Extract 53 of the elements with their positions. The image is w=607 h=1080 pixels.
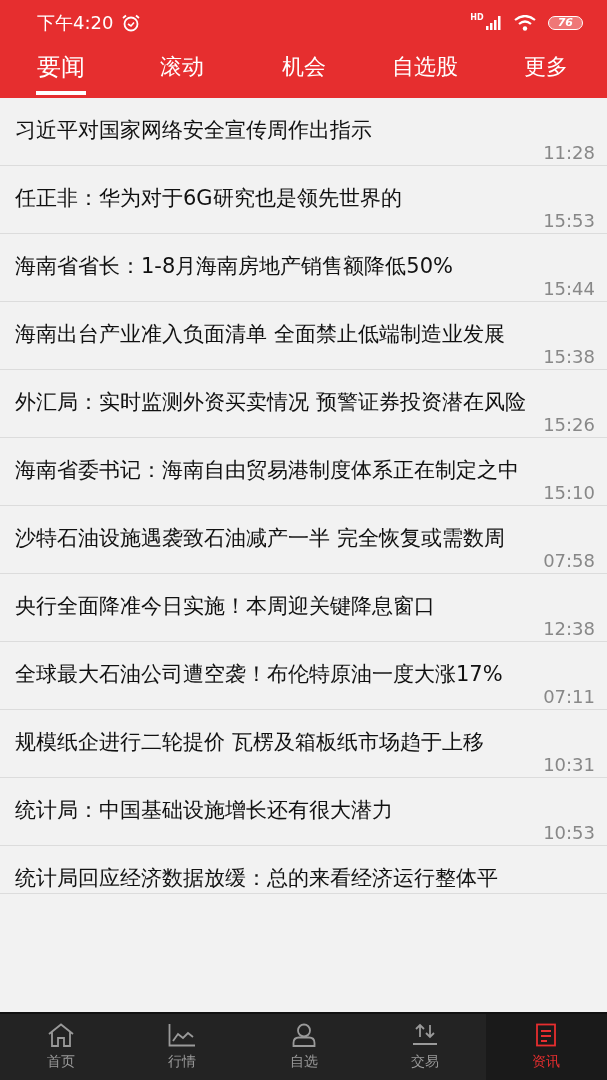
alarm-clock-icon	[121, 13, 142, 32]
news-title: 海南省省长：1-8月海南房地产销售额降低50%	[15, 254, 454, 279]
news-item[interactable]: 海南省委书记：海南自由贸易港制度体系正在制定之中 15:10	[0, 438, 607, 506]
home-icon	[46, 1023, 75, 1047]
news-title: 海南省委书记：海南自由贸易港制度体系正在制定之中	[15, 458, 520, 483]
news-title: 规模纸企进行二轮提价 瓦楞及箱板纸市场趋于上移	[15, 730, 485, 755]
news-item[interactable]: 海南省省长：1-8月海南房地产销售额降低50% 15:44	[0, 234, 607, 302]
news-time: 10:53	[543, 823, 595, 843]
bottom-nav-item[interactable]: 行情	[121, 1014, 243, 1080]
news-time: 12:38	[543, 619, 595, 639]
news-title: 统计局回应经济数据放缓：总的来看经济运行整体平	[15, 866, 499, 891]
category-tab[interactable]: 更多	[485, 45, 607, 98]
news-time: 10:31	[543, 755, 595, 775]
news-item[interactable]: 沙特石油设施遇袭致石油减产一半 完全恢复或需数周 07:58	[0, 506, 607, 574]
news-time: 15:53	[543, 211, 595, 231]
news-time: 11:28	[543, 143, 595, 163]
news-title: 海南出台产业准入负面清单 全面禁止低端制造业发展	[15, 322, 506, 347]
news-time: 15:10	[543, 483, 595, 503]
news-item[interactable]: 任正非：华为对于6G研究也是领先世界的 15:53	[0, 166, 607, 234]
news-time: 15:44	[543, 279, 595, 299]
news-item[interactable]: 统计局：中国基础设施增长还有很大潜力 10:53	[0, 778, 607, 846]
news-title: 任正非：华为对于6G研究也是领先世界的	[15, 186, 403, 211]
news-time: 07:58	[543, 551, 595, 571]
category-tab[interactable]: 滚动	[121, 45, 243, 98]
battery-indicator: 76	[547, 15, 583, 30]
bottom-nav-item[interactable]: 自选	[242, 1014, 365, 1080]
network-label: HD	[470, 13, 484, 22]
status-time: 下午4:20	[37, 10, 114, 35]
news-time: 15:26	[543, 415, 595, 435]
news-title: 沙特石油设施遇袭致石油减产一半 完全恢复或需数周	[15, 526, 506, 551]
news-item[interactable]: 全球最大石油公司遭空袭！布伦特原油一度大涨17% 07:11	[0, 642, 607, 710]
news-title: 统计局：中国基础设施增长还有很大潜力	[15, 798, 394, 823]
news-item[interactable]: 统计局回应经济数据放缓：总的来看经济运行整体平	[0, 846, 607, 894]
news-item[interactable]: 外汇局：实时监测外资买卖情况 预警证券投资潜在风险 15:26	[0, 370, 607, 438]
category-tab[interactable]: 自选股	[364, 45, 486, 98]
bottom-nav-item[interactable]: 首页	[0, 1014, 122, 1080]
news-time: 15:38	[543, 347, 595, 367]
category-tab[interactable]: 机会	[242, 45, 365, 98]
news-title: 外汇局：实时监测外资买卖情况 预警证券投资潜在风险	[15, 390, 527, 415]
bottom-nav-item[interactable]: 资讯	[485, 1014, 607, 1080]
news-item[interactable]: 海南出台产业准入负面清单 全面禁止低端制造业发展 15:38	[0, 302, 607, 370]
signal-icon	[485, 15, 502, 30]
wifi-icon	[513, 14, 536, 31]
transfer-arrows-icon	[410, 1023, 439, 1047]
news-item[interactable]: 习近平对国家网络安全宣传周作出指示 11:28	[0, 98, 607, 166]
news-title: 央行全面降准今日实施！本周迎关键降息窗口	[15, 594, 436, 619]
news-title: 习近平对国家网络安全宣传周作出指示	[15, 118, 373, 143]
news-item[interactable]: 央行全面降准今日实施！本周迎关键降息窗口 12:38	[0, 574, 607, 642]
bottom-nav-item[interactable]: 交易	[364, 1014, 486, 1080]
line-chart-icon	[168, 1023, 197, 1047]
news-time: 07:11	[543, 687, 595, 707]
news-item[interactable]: 规模纸企进行二轮提价 瓦楞及箱板纸市场趋于上移 10:31	[0, 710, 607, 778]
news-title: 全球最大石油公司遭空袭！布伦特原油一度大涨17%	[15, 662, 504, 687]
